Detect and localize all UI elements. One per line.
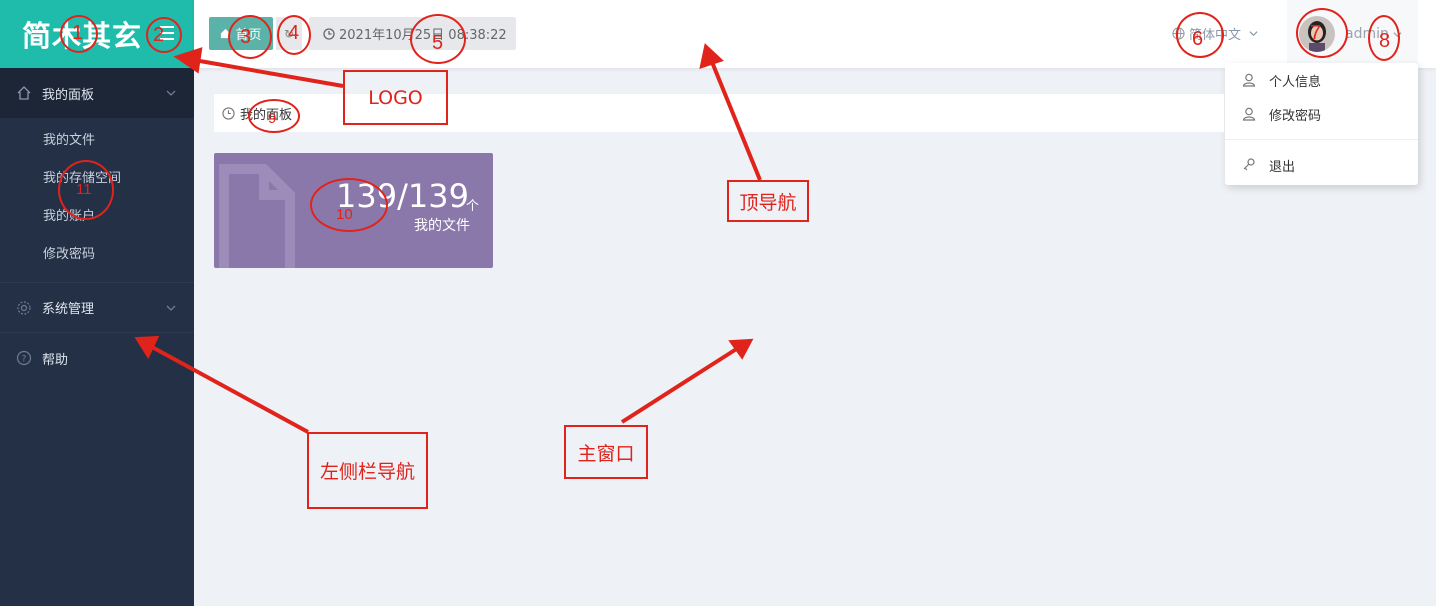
user-icon xyxy=(1241,106,1257,122)
change-password-label: 修改密码 xyxy=(1269,108,1322,124)
annotation-box-top-nav: 顶导航 xyxy=(727,180,809,222)
annotation-number-8: 8 xyxy=(1379,30,1391,52)
annotation-box-left-nav: 左侧栏导航 xyxy=(307,432,428,509)
sidebar-item-help[interactable]: ? 帮助 xyxy=(0,333,194,383)
gear-icon xyxy=(16,300,32,316)
annotation-circle-10 xyxy=(310,178,388,232)
sidebar-item-label: 帮助 xyxy=(42,352,69,368)
annotation-number-5: 5 xyxy=(432,32,444,54)
annotation-number-2: 2 xyxy=(153,24,165,46)
sidebar-item-my-files[interactable]: 我的文件 xyxy=(0,122,194,160)
annotation-box-main-window: 主窗口 xyxy=(564,425,648,479)
svg-text:?: ? xyxy=(22,355,27,365)
sidebar-item-change-password[interactable]: 修改密码 xyxy=(0,236,194,274)
home-icon xyxy=(16,85,32,101)
annotation-number-9: 9 xyxy=(268,110,277,127)
card-unit: 个 xyxy=(466,199,480,214)
annotation-number-1: 1 xyxy=(72,22,84,44)
clock-icon xyxy=(222,106,235,120)
change-password-menu-item[interactable]: 修改密码 xyxy=(1225,97,1418,131)
logout-menu-item[interactable]: 退出 xyxy=(1225,148,1418,182)
sidebar-item-label: 我的面板 xyxy=(42,87,95,103)
user-icon xyxy=(1241,72,1257,88)
chevron-down-icon xyxy=(166,302,176,317)
key-icon xyxy=(1241,157,1257,173)
annotation-number-7: 7 xyxy=(1310,22,1322,44)
top-navigation: 首页 ↻ 2021年10月25日 08:38:22 简体中文 admin xyxy=(194,0,1436,68)
annotation-number-11: 11 xyxy=(76,181,92,198)
annotation-number-3: 3 xyxy=(240,26,252,48)
chevron-down-icon xyxy=(166,87,176,102)
annotation-number-6: 6 xyxy=(1192,28,1204,50)
profile-label: 个人信息 xyxy=(1269,74,1322,90)
annotation-circle-7 xyxy=(1296,8,1348,58)
file-icon xyxy=(219,164,295,268)
sidebar-item-my-panel[interactable]: 我的面板 xyxy=(0,68,194,118)
profile-menu-item[interactable]: 个人信息 xyxy=(1225,63,1418,97)
user-dropdown: 个人信息 修改密码 退出 xyxy=(1225,63,1418,185)
chevron-down-icon xyxy=(1249,29,1258,38)
sidebar: 我的面板 我的文件 我的存储空间 我的账户 修改密码 系统管理 ? 帮助 xyxy=(0,68,194,606)
clock-icon xyxy=(323,27,335,40)
divider xyxy=(1225,139,1418,140)
logout-label: 退出 xyxy=(1269,159,1296,175)
card-label: 我的文件 xyxy=(414,218,470,234)
annotation-number-10: 10 xyxy=(336,206,353,223)
sidebar-item-label: 系统管理 xyxy=(42,302,95,317)
annotation-box-logo: LOGO xyxy=(343,70,448,125)
help-icon: ? xyxy=(16,350,32,366)
annotation-arrows xyxy=(134,43,762,434)
sidebar-item-system[interactable]: 系统管理 xyxy=(0,283,194,333)
annotation-number-4: 4 xyxy=(288,22,300,44)
